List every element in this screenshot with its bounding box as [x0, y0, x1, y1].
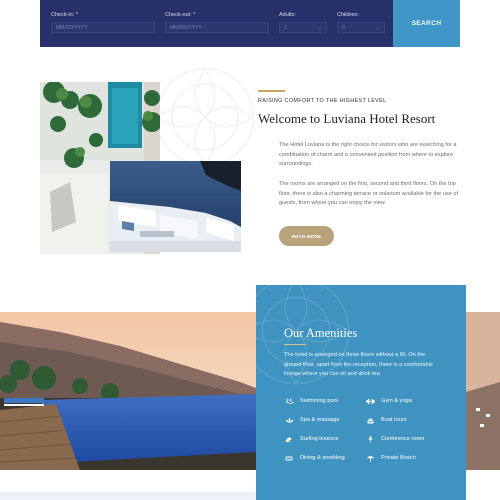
- checkin-input[interactable]: MM/DD/YYYY: [51, 22, 155, 33]
- read-more-button[interactable]: READ MORE: [279, 226, 334, 246]
- welcome-kicker: RAISING COMFORT TO THE HIGHEST LEVEL: [258, 98, 387, 104]
- amenity-surfing-lessons: Surfing lessons: [284, 435, 365, 443]
- lotus-icon: [284, 416, 294, 424]
- amenity-label: Conference room: [381, 436, 425, 442]
- amenity-boat-tours: Boat tours: [365, 416, 454, 424]
- amenity-label: Surfing lessons: [300, 436, 339, 442]
- amenity-label: Private Beach: [381, 455, 416, 461]
- swimming-pool-icon: [284, 397, 294, 405]
- children-field: Children: 0 ⌄: [337, 12, 385, 47]
- amenity-gym-yoga: Gym & yoga: [365, 397, 454, 405]
- adults-select[interactable]: 1 ⌄: [279, 22, 327, 33]
- snorkel-icon: [284, 454, 294, 462]
- amenity-conference-room: Conference room: [365, 435, 454, 443]
- booking-fields: Check-in: * MM/DD/YYYY Check-out: * MM/D…: [40, 0, 393, 47]
- checkin-field: Check-in: * MM/DD/YYYY: [51, 12, 155, 47]
- chevron-down-icon: ⌄: [317, 25, 322, 31]
- wave-icon: [284, 435, 294, 443]
- children-label: Children:: [337, 12, 360, 18]
- amenity-diving-snorkling: Diving & snorkling: [284, 454, 365, 462]
- amenity-label: Boat tours: [381, 417, 407, 423]
- beach-umbrella-icon: [365, 454, 375, 462]
- checkin-label: Check-in: *: [51, 12, 78, 18]
- welcome-paragraph-2: The rooms are arranged on the first, sec…: [279, 181, 459, 206]
- adults-label: Adults:: [279, 12, 296, 18]
- children-select[interactable]: 0 ⌄: [337, 22, 385, 33]
- next-section-edge: [0, 492, 256, 500]
- microphone-icon: [365, 435, 375, 443]
- checkout-input[interactable]: MM/DD/YYYY: [165, 22, 269, 33]
- chevron-down-icon: ⌄: [375, 25, 380, 31]
- checkout-label: Check-out: *: [165, 12, 196, 18]
- children-value: 0: [342, 25, 345, 31]
- amenity-label: Diving & snorkling: [300, 455, 345, 461]
- dumbbell-icon: [365, 397, 375, 405]
- adults-field: Adults: 1 ⌄: [279, 12, 327, 47]
- checkout-field: Check-out: * MM/DD/YYYY: [165, 12, 269, 47]
- amenity-private-beach: Private Beach: [365, 454, 454, 462]
- amenities-description: The hotel is arranged on three floors wi…: [284, 352, 433, 377]
- amenity-spa-massage: Spa & massage: [284, 416, 365, 424]
- amenity-label: Spa & massage: [300, 417, 340, 423]
- ornament-icon: [155, 67, 255, 167]
- booking-bar: Check-in: * MM/DD/YYYY Check-out: * MM/D…: [40, 0, 460, 47]
- boat-icon: [365, 416, 375, 424]
- amenity-swimming-pool: Swimming pool: [284, 397, 365, 405]
- search-button[interactable]: SEARCH: [393, 0, 460, 47]
- welcome-title: Welcome to Luviana Hotel Resort: [258, 111, 436, 126]
- santorini-terrace-image: [110, 161, 241, 252]
- amenities-list: Swimming pool Gym & yoga Spa & massage B…: [284, 397, 454, 462]
- amenity-label: Swimming pool: [300, 398, 338, 404]
- amenity-label: Gym & yoga: [381, 398, 412, 404]
- accent-line: [258, 90, 285, 92]
- welcome-paragraph-1: The Hotel Luviana is the right choice fo…: [279, 142, 457, 167]
- amenities-accent-line: [284, 344, 306, 346]
- amenities-panel: Our Amenities The hotel is arranged on t…: [256, 285, 466, 500]
- adults-value: 1: [284, 25, 287, 31]
- amenities-title: Our Amenities: [284, 326, 358, 340]
